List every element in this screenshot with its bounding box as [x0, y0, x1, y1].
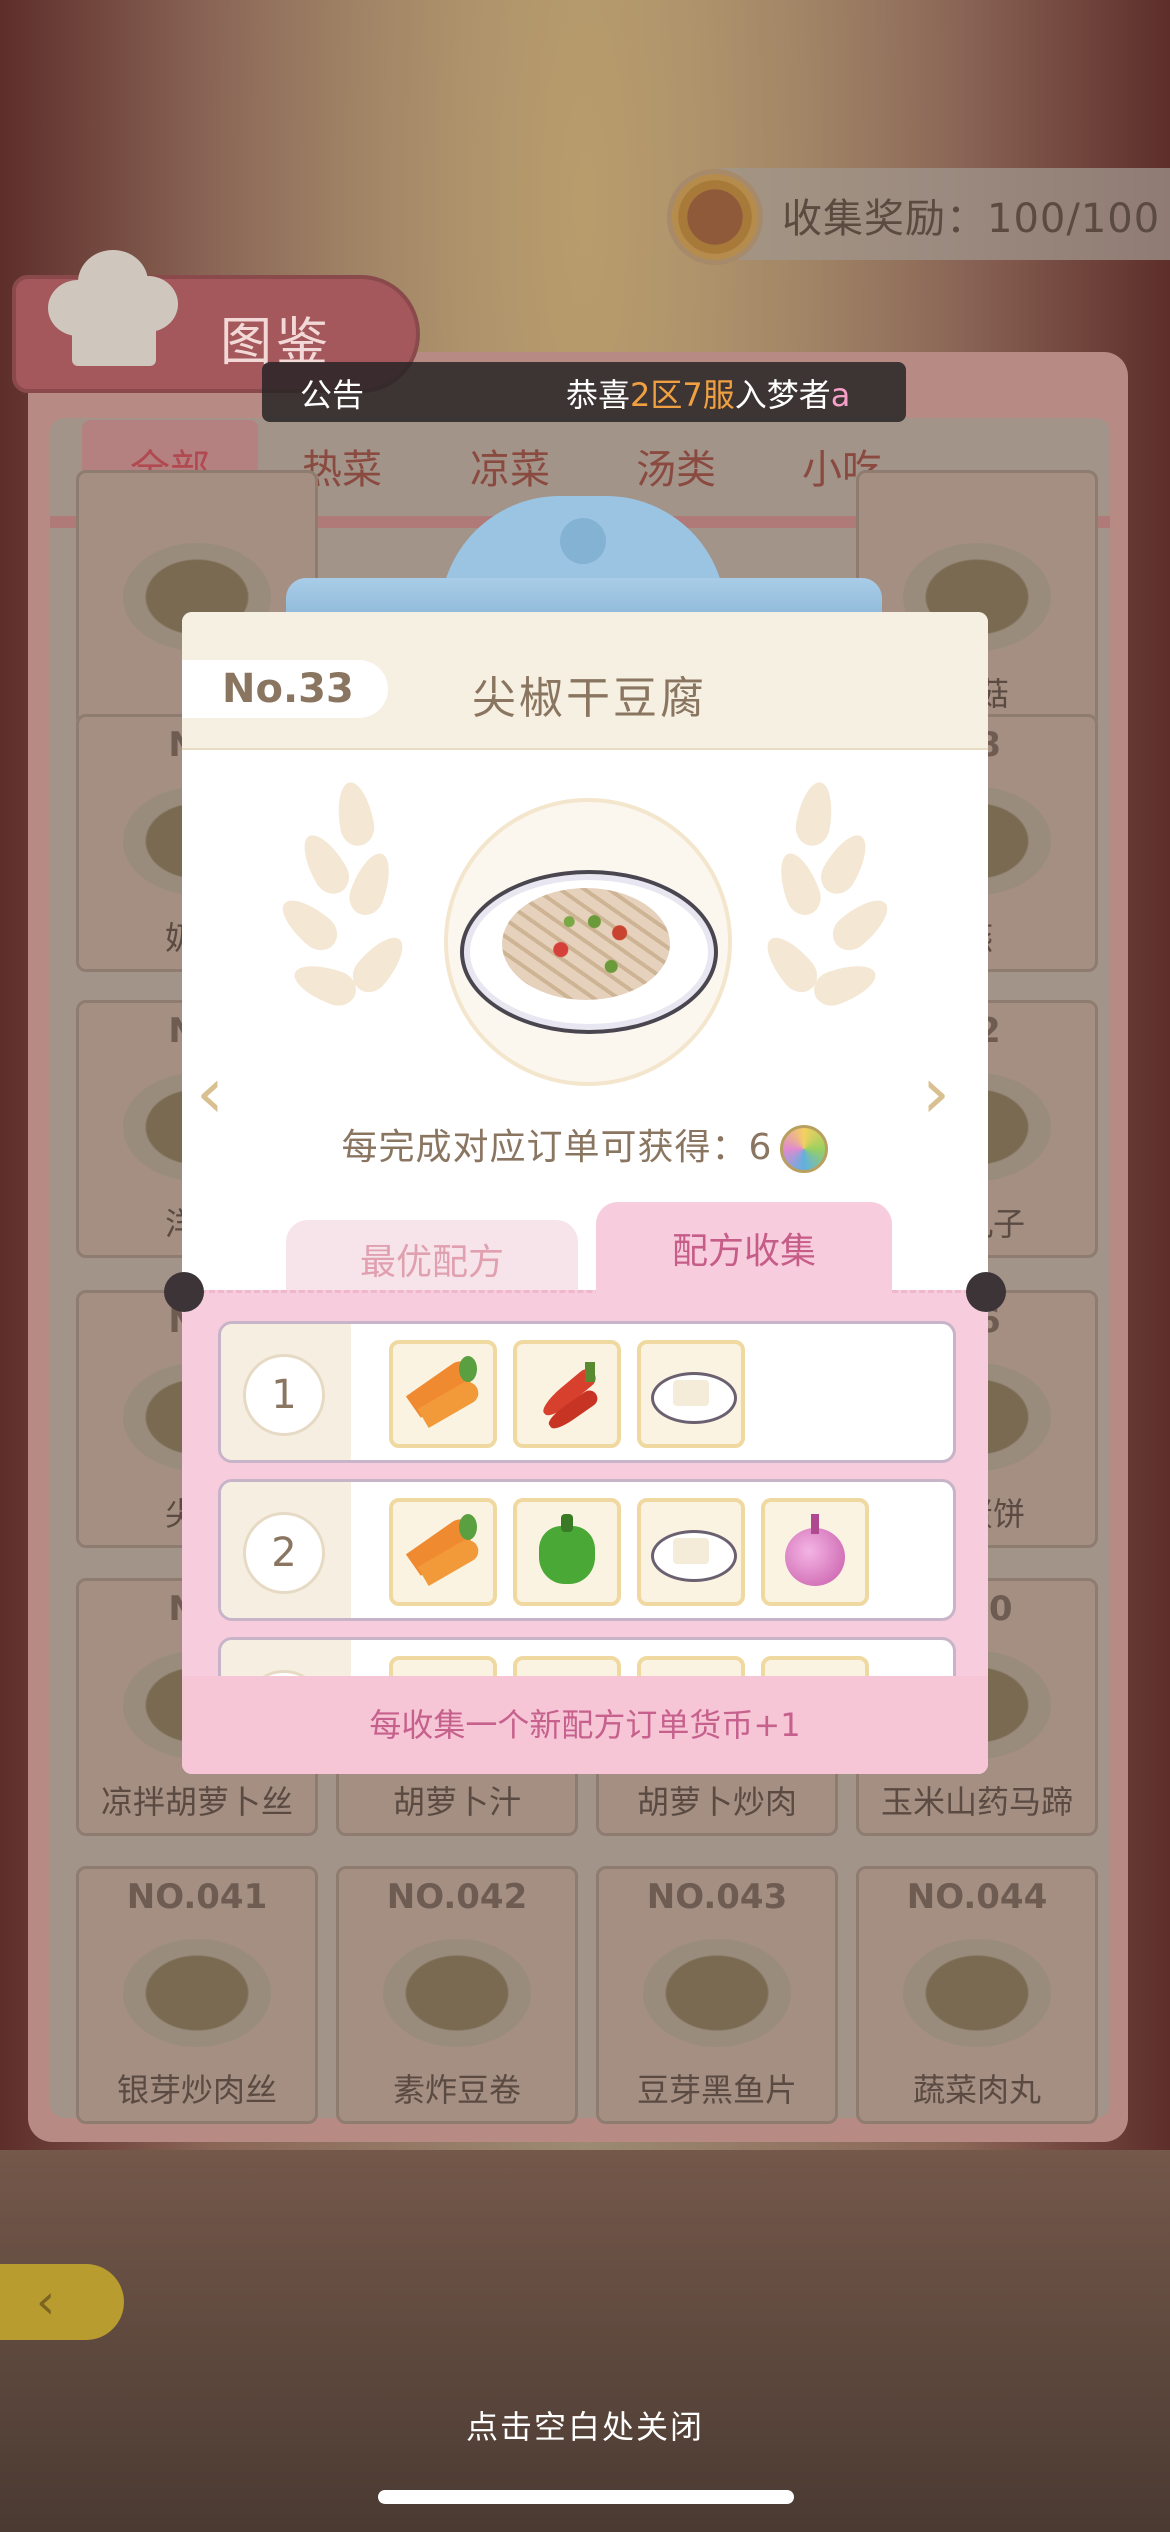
back-button[interactable]: ‹ [0, 2264, 124, 2340]
carrot-icon [389, 1340, 497, 1448]
onion-icon [761, 1498, 869, 1606]
laurel-right-icon [732, 779, 897, 1062]
background-floor [0, 2150, 1170, 2532]
announcement-text: 恭喜2区7服入梦者a [566, 370, 850, 416]
recipe-collection-list: 1 2 [182, 1290, 988, 1774]
order-reward-text: 每完成对应订单可获得：6 [341, 1127, 773, 1168]
dish-card[interactable]: NO.041 银芽炒肉丝 [76, 1866, 318, 2124]
announcement-label: 公告 [300, 376, 365, 414]
rainbow-coin-icon [780, 1125, 829, 1173]
announcement-prefix: 恭喜 [566, 376, 631, 414]
back-arrow-icon: ‹ [36, 2274, 56, 2330]
dish-card-name: 凉拌胡萝卜丝 [100, 1783, 293, 1821]
collection-bonus-banner: 每收集一个新配方订单货币+1 [182, 1676, 988, 1774]
dish-card-number: NO.042 [386, 1877, 528, 1917]
recipe-number: 1 [243, 1354, 325, 1436]
lid-knob-dot [560, 518, 606, 564]
laurel-left-icon [273, 779, 438, 1062]
dish-card-name: 银芽炒肉丝 [116, 2071, 277, 2109]
dish-detail-modal: No.33 尖椒干豆腐 ‹ › 每完成对应订单可获得：6 最优配方 1 2 配方… [182, 612, 988, 1774]
gift-icon[interactable] [672, 174, 758, 260]
dish-card[interactable]: NO.043 豆芽黑鱼片 [596, 1866, 838, 2124]
dish-plate [643, 1939, 791, 2047]
dish-plate [383, 1939, 531, 2047]
recipe-number: 2 [243, 1512, 325, 1594]
dish-card-name: 素炸豆卷 [392, 2071, 521, 2109]
dish-card[interactable]: NO.042 素炸豆卷 [336, 1866, 578, 2124]
recipe-row[interactable]: 1 [218, 1321, 956, 1463]
dish-card-number: NO.044 [906, 1877, 1048, 1917]
dish-card-name: 豆芽黑鱼片 [636, 2071, 797, 2109]
dish-plate [123, 1939, 271, 2047]
carrot-icon [389, 1498, 497, 1606]
dish-image [502, 888, 670, 1000]
announcement-player: a [830, 376, 851, 414]
chef-hat-icon [48, 250, 178, 370]
dish-card[interactable]: NO.044 蔬菜肉丸 [856, 1866, 1098, 2124]
binder-ring-left [164, 1272, 204, 1312]
tab-recipe-collection[interactable]: 配方收集 [596, 1202, 892, 1308]
announcement-middle: 入梦者 [734, 376, 831, 414]
dish-card-name: 蔬菜肉丸 [912, 2071, 1041, 2109]
order-reward-line: 每完成对应订单可获得：6 [182, 1118, 988, 1173]
green-pepper-icon [513, 1498, 621, 1606]
dish-card-number: NO.043 [646, 1877, 788, 1917]
tofu-icon [637, 1498, 745, 1606]
close-hint[interactable]: 点击空白处关闭 [0, 2402, 1170, 2448]
dish-card-number: NO.041 [126, 1877, 268, 1917]
tofu-icon [637, 1340, 745, 1448]
collection-reward-label: 收集奖励：100/100 [782, 196, 1161, 242]
home-indicator[interactable] [378, 2490, 794, 2504]
binder-ring-right [966, 1272, 1006, 1312]
dish-card-name: 胡萝卜炒肉 [636, 1783, 797, 1821]
dish-number: No.33 [222, 666, 354, 712]
recipe-row[interactable]: 2 [218, 1479, 956, 1621]
announcement-zone: 2区 [630, 376, 683, 414]
dish-card-name: 玉米山药马蹄 [880, 1783, 1073, 1821]
dish-plate [903, 1939, 1051, 2047]
announcement-server: 7服 [682, 376, 735, 414]
chili-icon [513, 1340, 621, 1448]
dish-title: 尖椒干豆腐 [472, 673, 707, 724]
dish-card-name: 胡萝卜汁 [392, 1783, 521, 1821]
